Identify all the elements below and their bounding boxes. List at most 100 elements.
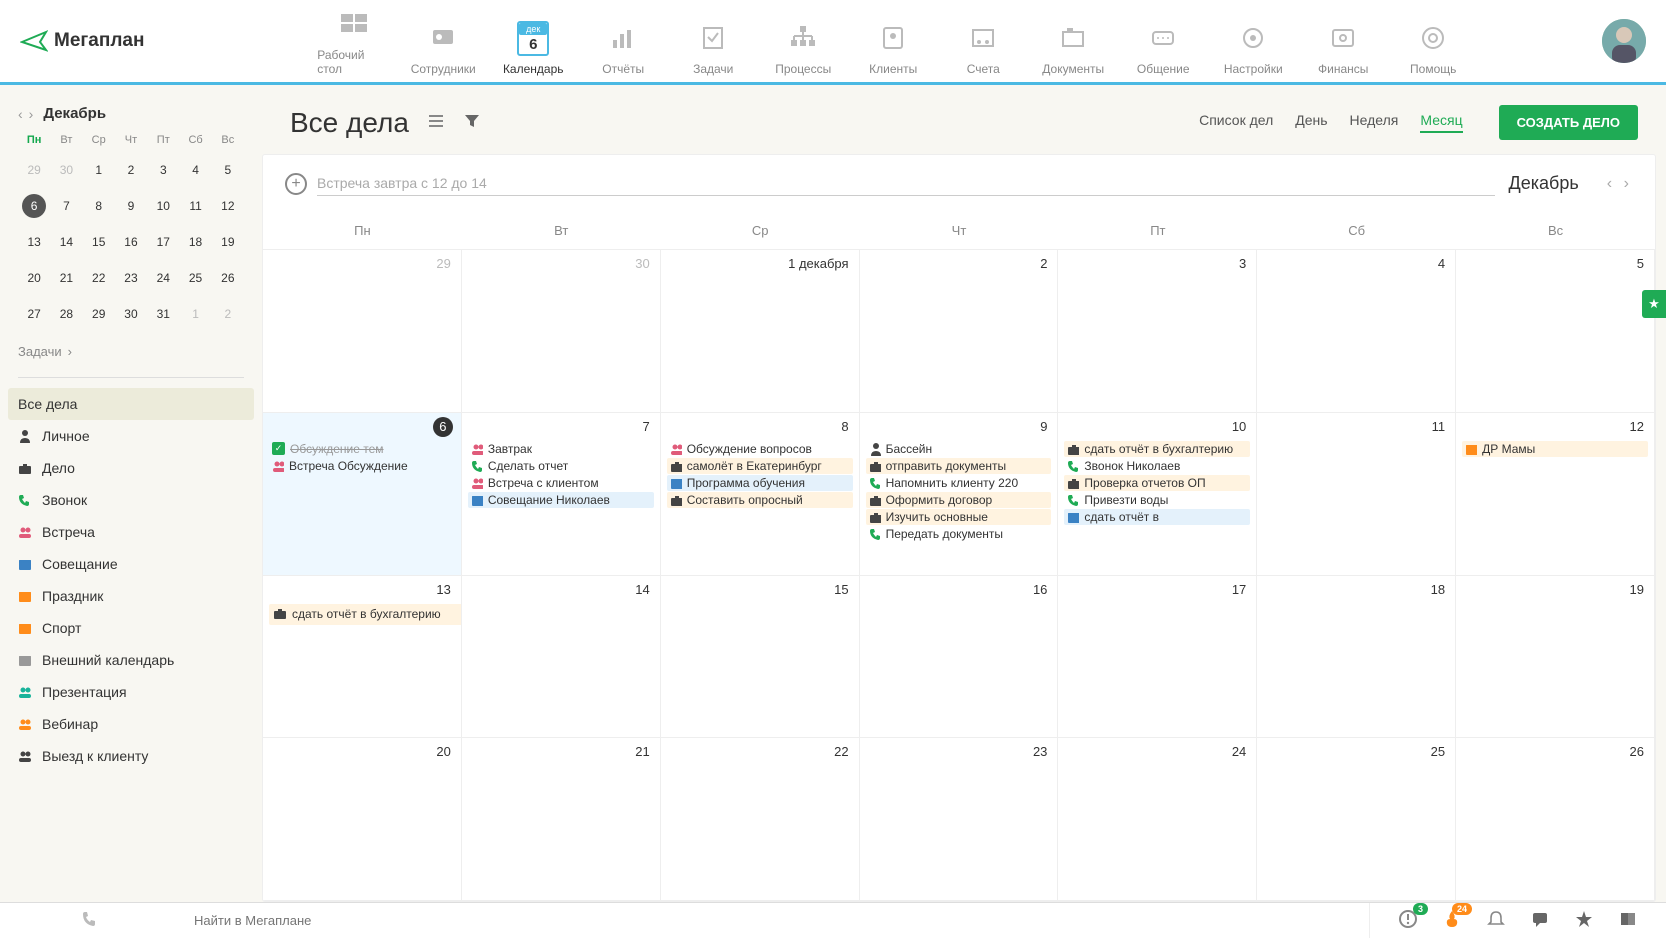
mini-prev[interactable]: ‹: [18, 106, 23, 122]
mini-day[interactable]: 6: [22, 194, 46, 218]
mini-day[interactable]: 2: [216, 302, 240, 326]
mini-day[interactable]: 1: [87, 158, 111, 182]
category-item[interactable]: Внешний календарь: [8, 644, 254, 676]
nav-item-3[interactable]: Отчёты: [587, 6, 659, 76]
tasks-link[interactable]: Задачи›: [18, 344, 244, 359]
panel-next[interactable]: ›: [1620, 175, 1633, 192]
create-button[interactable]: СОЗДАТЬ ДЕЛО: [1499, 105, 1638, 140]
day-cell[interactable]: 13сдать отчёт в бухгалтерию: [263, 576, 462, 739]
mini-day[interactable]: 23: [119, 266, 143, 290]
category-item[interactable]: Встреча: [8, 516, 254, 548]
mini-day[interactable]: 27: [22, 302, 46, 326]
event[interactable]: Звонок Николаев: [1064, 458, 1250, 474]
nav-item-6[interactable]: Клиенты: [857, 6, 929, 76]
event[interactable]: сдать отчёт в бухгалтерию: [1064, 441, 1250, 457]
mini-day[interactable]: 14: [54, 230, 78, 254]
nav-item-9[interactable]: Общение: [1127, 6, 1199, 76]
mini-day[interactable]: 24: [151, 266, 175, 290]
mini-day[interactable]: 30: [119, 302, 143, 326]
mini-day[interactable]: 11: [184, 194, 208, 218]
category-item[interactable]: Выезд к клиенту: [8, 740, 254, 772]
day-cell[interactable]: 25: [1257, 738, 1456, 901]
nav-item-12[interactable]: Помощь: [1397, 6, 1469, 76]
mini-day[interactable]: 17: [151, 230, 175, 254]
mini-day[interactable]: 19: [216, 230, 240, 254]
global-search[interactable]: [180, 913, 1369, 928]
mini-day[interactable]: 26: [216, 266, 240, 290]
event[interactable]: Бассейн: [866, 441, 1052, 457]
day-cell[interactable]: 9Бассейнотправить документыНапомнить кли…: [860, 413, 1059, 576]
mini-day[interactable]: 21: [54, 266, 78, 290]
bell-icon[interactable]: [1486, 909, 1506, 932]
day-cell[interactable]: 3: [1058, 250, 1257, 413]
mini-day[interactable]: 20: [22, 266, 46, 290]
day-cell[interactable]: 19: [1456, 576, 1655, 739]
event[interactable]: Передать документы: [866, 526, 1052, 542]
event[interactable]: Обсуждение вопросов: [667, 441, 853, 457]
event[interactable]: Совещание Николаев: [468, 492, 654, 508]
mini-day[interactable]: 2: [119, 158, 143, 182]
view-option[interactable]: Неделя: [1350, 112, 1399, 133]
day-cell[interactable]: 1 декабря: [661, 250, 860, 413]
category-item[interactable]: Презентация: [8, 676, 254, 708]
mini-day[interactable]: 12: [216, 194, 240, 218]
event[interactable]: Привезти воды: [1064, 492, 1250, 508]
view-option[interactable]: День: [1295, 112, 1327, 133]
category-item[interactable]: Совещание: [8, 548, 254, 580]
day-cell[interactable]: 7ЗавтракСделать отчетВстреча с клиентомС…: [462, 413, 661, 576]
quick-add-input[interactable]: [317, 171, 1495, 196]
day-cell[interactable]: 10сдать отчёт в бухгалтериюЗвонок Никола…: [1058, 413, 1257, 576]
mini-day[interactable]: 16: [119, 230, 143, 254]
event[interactable]: Изучить основные: [866, 509, 1052, 525]
day-cell[interactable]: 14: [462, 576, 661, 739]
event[interactable]: Встреча с клиентом: [468, 475, 654, 491]
event[interactable]: сдать отчёт в: [1064, 509, 1250, 525]
nav-item-11[interactable]: Финансы: [1307, 6, 1379, 76]
mini-day[interactable]: 25: [184, 266, 208, 290]
nav-item-0[interactable]: Рабочий стол: [317, 6, 389, 76]
mini-day[interactable]: 31: [151, 302, 175, 326]
day-cell[interactable]: 11: [1257, 413, 1456, 576]
category-item[interactable]: Все дела: [8, 388, 254, 420]
event-span[interactable]: сдать отчёт в бухгалтерию: [269, 604, 462, 625]
fire-icon[interactable]: 24: [1442, 909, 1462, 932]
mini-day[interactable]: 1: [184, 302, 208, 326]
day-cell[interactable]: 18: [1257, 576, 1456, 739]
category-item[interactable]: Спорт: [8, 612, 254, 644]
event[interactable]: Сделать отчет: [468, 458, 654, 474]
mini-day[interactable]: 29: [87, 302, 111, 326]
book-icon[interactable]: [1618, 909, 1638, 932]
day-cell[interactable]: 20: [263, 738, 462, 901]
day-cell[interactable]: 5: [1456, 250, 1655, 413]
nav-item-2[interactable]: дек6Календарь: [497, 6, 569, 76]
mini-day[interactable]: 3: [151, 158, 175, 182]
mini-day[interactable]: 29: [22, 158, 46, 182]
event[interactable]: Проверка отчетов ОП: [1064, 475, 1250, 491]
chat-icon[interactable]: [1530, 909, 1550, 932]
nav-item-10[interactable]: Настройки: [1217, 6, 1289, 76]
day-cell[interactable]: 17: [1058, 576, 1257, 739]
category-item[interactable]: Вебинар: [8, 708, 254, 740]
event[interactable]: Составить опросный: [667, 492, 853, 508]
event[interactable]: самолёт в Екатеринбург: [667, 458, 853, 474]
day-cell[interactable]: 6✓Обсуждение темВстреча Обсуждение: [263, 413, 462, 576]
avatar[interactable]: [1602, 19, 1646, 63]
view-option[interactable]: Месяц: [1420, 112, 1462, 133]
mini-day[interactable]: 7: [54, 194, 78, 218]
day-cell[interactable]: 24: [1058, 738, 1257, 901]
day-cell[interactable]: 26: [1456, 738, 1655, 901]
mini-day[interactable]: 13: [22, 230, 46, 254]
day-cell[interactable]: 29: [263, 250, 462, 413]
mini-day[interactable]: 8: [87, 194, 111, 218]
mini-day[interactable]: 5: [216, 158, 240, 182]
day-cell[interactable]: 4: [1257, 250, 1456, 413]
nav-item-8[interactable]: Документы: [1037, 6, 1109, 76]
panel-prev[interactable]: ‹: [1603, 175, 1616, 192]
day-cell[interactable]: 23: [860, 738, 1059, 901]
day-cell[interactable]: 8Обсуждение вопросовсамолёт в Екатеринбу…: [661, 413, 860, 576]
category-item[interactable]: Личное: [8, 420, 254, 452]
category-item[interactable]: Дело: [8, 452, 254, 484]
nav-item-1[interactable]: Сотрудники: [407, 6, 479, 76]
day-cell[interactable]: 2: [860, 250, 1059, 413]
nav-item-4[interactable]: Задачи: [677, 6, 749, 76]
